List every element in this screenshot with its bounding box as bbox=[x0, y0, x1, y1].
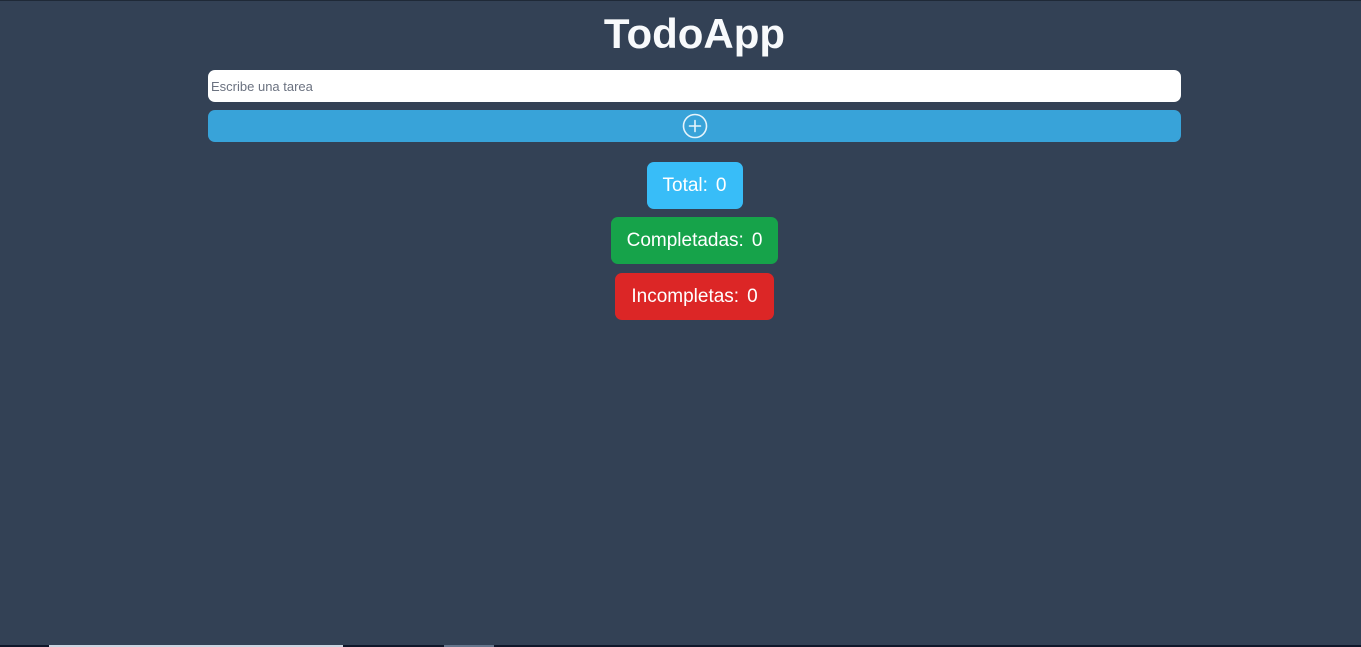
plus-circle-icon bbox=[682, 113, 708, 139]
incomplete-label: Incompletas: bbox=[631, 285, 740, 307]
add-task-button[interactable] bbox=[208, 110, 1181, 142]
page-title: TodoApp bbox=[603, 10, 786, 57]
total-label: Total: bbox=[662, 174, 708, 196]
stat-row-total: Total: 0 bbox=[0, 162, 1361, 209]
completed-label: Completadas: bbox=[626, 229, 744, 251]
task-input[interactable] bbox=[208, 70, 1181, 102]
incomplete-badge: Incompletas: 0 bbox=[615, 273, 774, 320]
stat-row-incomplete: Incompletas: 0 bbox=[0, 273, 1361, 320]
total-count: 0 bbox=[715, 174, 727, 196]
completed-count: 0 bbox=[751, 229, 763, 251]
stat-row-completed: Completadas: 0 bbox=[0, 217, 1361, 264]
incomplete-count: 0 bbox=[747, 285, 758, 307]
todo-app-page: TodoApp Total: 0 Completadas: 0 Incompleta… bbox=[0, 0, 1361, 647]
completed-badge: Completadas: 0 bbox=[610, 217, 779, 264]
total-badge: Total: 0 bbox=[646, 162, 743, 209]
